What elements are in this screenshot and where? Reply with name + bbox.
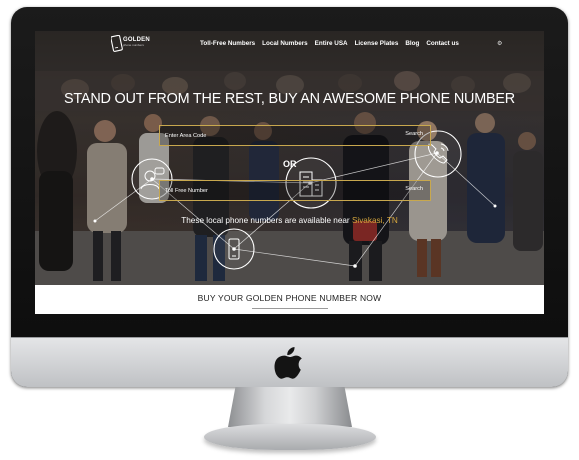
availability-text: These local phone numbers are available … (35, 216, 544, 225)
hero-section: GOLDEN phone numbers Toll-Free Numbers L… (35, 31, 544, 285)
hero-headline: STAND OUT FROM THE REST, BUY AN AWESOME … (64, 91, 515, 107)
nav-entire-usa[interactable]: Entire USA (315, 40, 348, 47)
nav-local-numbers[interactable]: Local Numbers (262, 40, 308, 47)
apple-logo-icon (274, 347, 302, 379)
smartphone-icon (213, 228, 255, 270)
toll-free-search-button[interactable]: Search (405, 186, 423, 192)
imac-screen: GOLDEN phone numbers Toll-Free Numbers L… (35, 31, 544, 314)
imac-stand-base (204, 424, 376, 450)
nav-license-plates[interactable]: License Plates (355, 40, 399, 47)
brand-tagline: phone numbers (123, 43, 144, 47)
main-nav: Toll-Free Numbers Local Numbers Entire U… (200, 40, 459, 47)
or-divider-label: OR (283, 159, 297, 169)
availability-location-link[interactable]: Sivakasi, TN (352, 216, 398, 225)
nav-toll-free-numbers[interactable]: Toll-Free Numbers (200, 40, 255, 47)
toll-free-number-input[interactable] (165, 186, 385, 196)
cta-underline (252, 308, 328, 309)
area-code-search-box: Search (159, 125, 431, 146)
nav-contact-us[interactable]: Contact us (426, 40, 459, 47)
settings-icon[interactable]: ⚙ (497, 40, 502, 47)
availability-prefix: These local phone numbers are available … (181, 216, 352, 225)
area-code-search-button[interactable]: Search (405, 131, 423, 137)
area-code-input[interactable] (165, 131, 385, 141)
toll-free-search-box: Search (159, 180, 431, 201)
buy-golden-number-cta[interactable]: BUY YOUR GOLDEN PHONE NUMBER NOW (35, 293, 544, 303)
nav-blog[interactable]: Blog (405, 40, 419, 47)
imac-stand-neck (228, 387, 352, 427)
